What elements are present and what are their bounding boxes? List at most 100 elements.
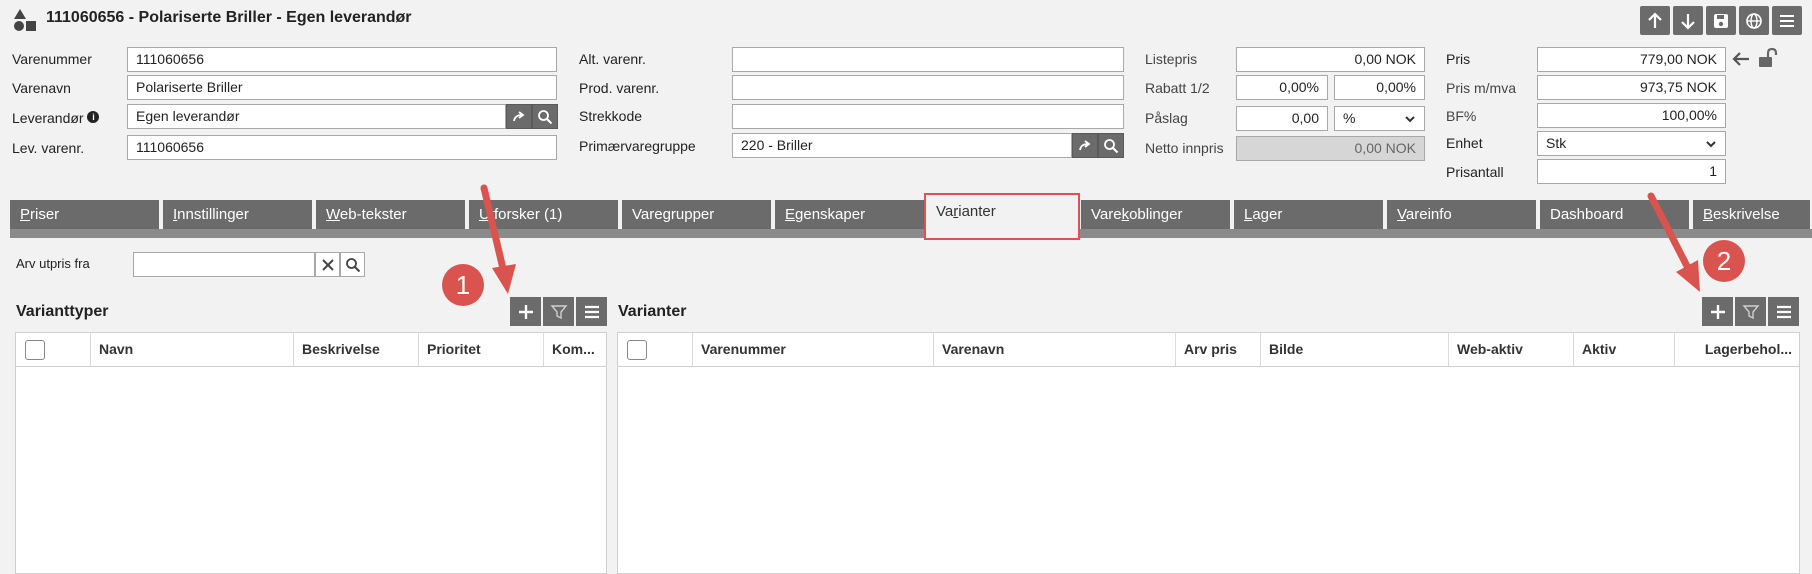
column-header-varenummer[interactable]: Varenummer	[692, 333, 933, 367]
column-header-beskrivelse[interactable]: Beskrivelse	[293, 333, 418, 367]
tab-dashboard[interactable]: Dashboard	[1540, 200, 1691, 229]
tab-lager[interactable]: Lager	[1234, 200, 1385, 229]
menu-icon	[1776, 305, 1791, 318]
tab-innstillinger[interactable]: Innstillinger	[163, 200, 314, 229]
alt-varenr-label: Alt. varenr.	[579, 51, 646, 67]
shapes-icon	[12, 8, 38, 32]
varegruppe-goto-button[interactable]	[1072, 133, 1098, 158]
tab-varegrupper[interactable]: Varegrupper	[622, 200, 773, 229]
netto-innpris-label: Netto innpris	[1145, 140, 1224, 156]
varianttyper-menu-button[interactable]	[576, 297, 607, 326]
unlock-icon	[1759, 47, 1778, 67]
strekkode-field[interactable]	[732, 104, 1124, 129]
add-variant-button[interactable]	[1702, 297, 1733, 326]
prod-varenr-label: Prod. varenr.	[579, 80, 660, 96]
tab-beskrivelse-ul: B	[1703, 206, 1714, 223]
add-varianttype-button[interactable]	[510, 297, 541, 326]
paslag-field[interactable]: 0,00	[1236, 106, 1328, 131]
menu-icon	[1780, 14, 1794, 27]
varenavn-field[interactable]: Polariserte Briller	[127, 75, 557, 100]
tab-utforsker[interactable]: Utforsker (1)	[469, 200, 620, 229]
close-icon	[321, 258, 334, 271]
select-all-checkbox[interactable]	[25, 340, 45, 360]
primaervaregruppe-field[interactable]: 220 - Briller	[732, 133, 1072, 158]
pris-mva-field[interactable]: 973,75 NOK	[1537, 75, 1726, 100]
varianttyper-title: Varianttyper	[16, 303, 109, 320]
alt-varenr-field[interactable]	[732, 47, 1124, 72]
varenummer-field[interactable]: 111060656	[127, 47, 557, 72]
column-header-arv-pris[interactable]: Arv pris	[1175, 333, 1260, 367]
listepris-field[interactable]: 0,00 NOK	[1236, 47, 1425, 72]
tab-priser[interactable]: Priser	[10, 200, 161, 229]
column-header-web-aktiv[interactable]: Web-aktiv	[1448, 333, 1573, 367]
tab-egenskaper[interactable]: Egenskaper	[775, 200, 926, 229]
price-lock-toggle[interactable]	[1756, 46, 1780, 70]
tab-varegrupper-label: Varegrupper	[632, 206, 715, 223]
filter-icon	[550, 304, 567, 319]
varianter-title: Varianter	[618, 303, 687, 320]
varenavn-label: Varenavn	[12, 80, 71, 96]
tab-varianter-pre: Va	[936, 203, 954, 220]
primaervaregruppe-label: Primærvaregruppe	[579, 138, 696, 154]
rabatt1-field[interactable]: 0,00%	[1236, 75, 1328, 100]
varianttyper-table: Navn Beskrivelse Prioritet Kom...	[15, 332, 607, 574]
bf-field[interactable]: 100,00%	[1537, 103, 1726, 128]
tab-web-tekster[interactable]: Web-tekster	[316, 200, 467, 229]
tab-vareinfo-label: areinfo	[1405, 206, 1452, 223]
main-menu-button[interactable]	[1772, 6, 1802, 35]
previous-record-button[interactable]	[1640, 6, 1670, 35]
filter-varianter-button[interactable]	[1735, 297, 1766, 326]
column-header-prioritet[interactable]: Prioritet	[418, 333, 543, 367]
pris-label: Pris	[1446, 51, 1471, 67]
arv-utpris-search-button[interactable]	[340, 252, 365, 277]
page-title: 111060656 - Polariserte Briller - Egen l…	[46, 9, 412, 26]
rabatt2-field[interactable]: 0,00%	[1334, 75, 1425, 100]
tab-egenskaper-label: genskaper	[795, 206, 866, 223]
prod-varenr-field[interactable]	[732, 75, 1124, 100]
language-button[interactable]	[1739, 6, 1769, 35]
column-header-lagerbeholdning[interactable]: Lagerbehol...	[1674, 333, 1800, 367]
paslag-unit-select[interactable]: %	[1334, 106, 1425, 131]
arv-utpris-clear-button[interactable]	[315, 252, 340, 277]
leverandor-field[interactable]: Egen leverandør	[127, 104, 506, 129]
lev-varenr-label: Lev. varenr.	[12, 140, 85, 156]
enhet-select[interactable]: Stk	[1537, 131, 1726, 156]
leverandor-search-button[interactable]	[532, 104, 558, 129]
tab-vareinfo-ul: V	[1397, 206, 1406, 223]
listepris-label: Listepris	[1145, 51, 1198, 67]
column-header-kom[interactable]: Kom...	[543, 333, 607, 367]
arrow-down-icon	[1681, 13, 1695, 30]
varianter-menu-button[interactable]	[1768, 297, 1799, 326]
leverandor-goto-button[interactable]	[506, 104, 532, 129]
save-icon	[1714, 13, 1728, 28]
lev-varenr-field[interactable]: 111060656	[127, 135, 557, 160]
tab-varekoblinger-ul: k	[1121, 206, 1130, 223]
varegruppe-search-button[interactable]	[1098, 133, 1124, 158]
tab-utforsker-label: tforsker (1)	[489, 206, 563, 223]
tab-vareinfo[interactable]: Vareinfo	[1387, 200, 1538, 229]
next-record-button[interactable]	[1673, 6, 1703, 35]
column-header-aktiv[interactable]: Aktiv	[1573, 333, 1674, 367]
plus-icon	[1710, 304, 1725, 319]
tab-innstillinger-label: nnstillinger	[177, 206, 249, 223]
bf-label: BF%	[1446, 108, 1477, 124]
select-all-checkbox[interactable]	[627, 340, 647, 360]
enhet-value: Stk	[1546, 135, 1567, 151]
filter-varianttyper-button[interactable]	[543, 297, 574, 326]
tab-varianter[interactable]: Varianter	[924, 193, 1080, 240]
varianter-table-header: Varenummer Varenavn Arv pris Bilde Web-a…	[618, 333, 1799, 367]
tab-varekoblinger[interactable]: Varekoblinger	[1081, 200, 1232, 229]
column-header-navn[interactable]: Navn	[90, 333, 293, 367]
column-header-bilde[interactable]: Bilde	[1260, 333, 1448, 367]
tab-priser-label: riser	[30, 206, 60, 223]
chevron-down-icon	[1706, 141, 1716, 148]
save-button[interactable]	[1706, 6, 1736, 35]
prisantall-field[interactable]: 1	[1537, 159, 1726, 184]
column-header-varenavn[interactable]: Varenavn	[933, 333, 1175, 367]
filter-icon	[1742, 304, 1759, 319]
pris-field[interactable]: 779,00 NOK	[1537, 47, 1726, 72]
copy-price-arrow-button[interactable]	[1730, 48, 1752, 70]
tab-priser-ul: P	[20, 206, 31, 223]
tab-beskrivelse[interactable]: Beskrivelse	[1693, 200, 1812, 229]
arv-utpris-field[interactable]	[133, 252, 315, 277]
